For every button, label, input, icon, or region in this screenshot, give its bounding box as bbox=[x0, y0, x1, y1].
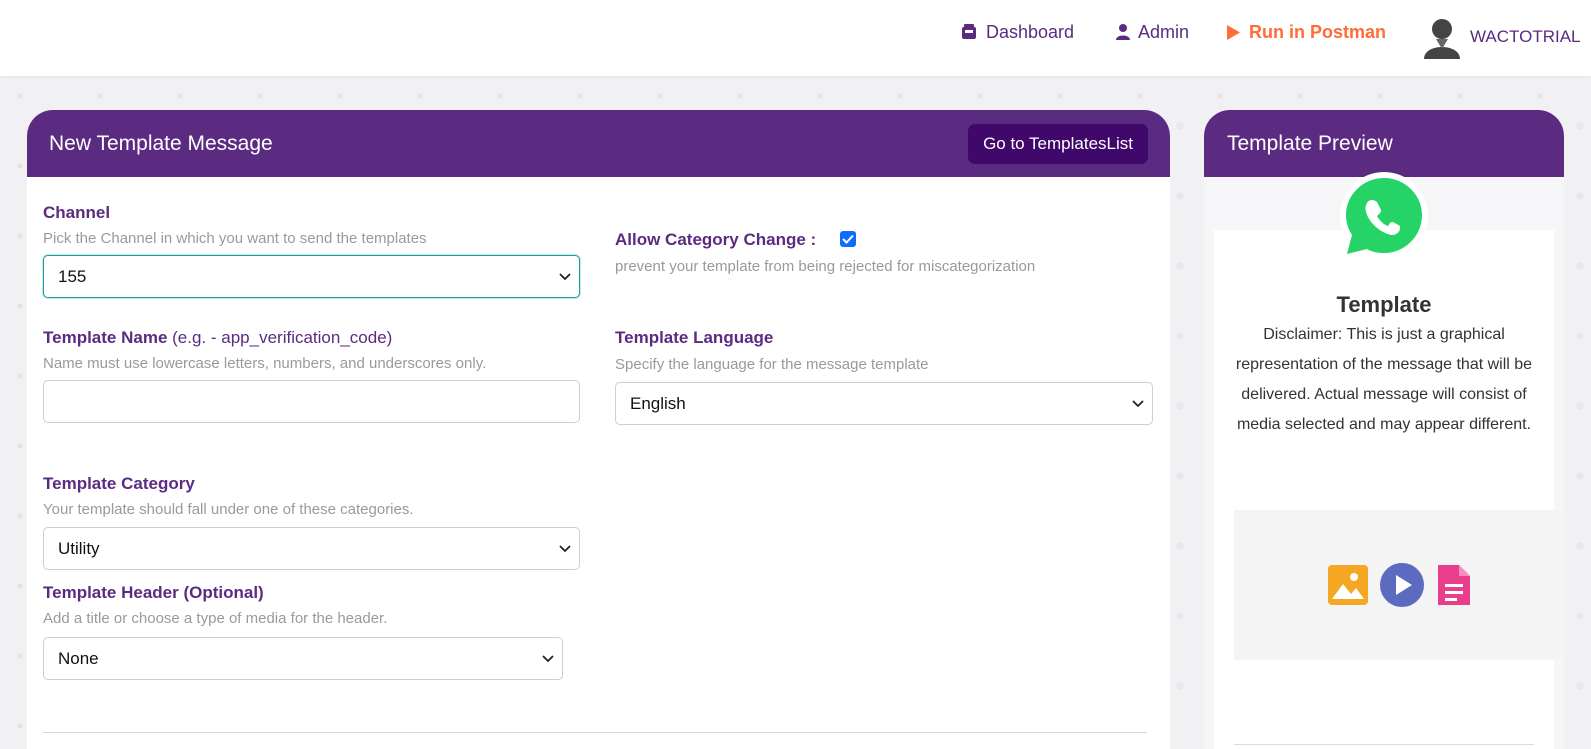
nav-admin-label: Admin bbox=[1138, 21, 1190, 42]
avatar bbox=[1424, 19, 1460, 59]
nav-admin-link[interactable]: Admin bbox=[1116, 20, 1189, 44]
template-name-label: Template Name (e.g. - app_verification_c… bbox=[43, 328, 392, 348]
chevron-down-icon bbox=[559, 272, 571, 280]
new-template-card: New Template Message Go to TemplatesList… bbox=[27, 110, 1170, 749]
section-divider bbox=[43, 732, 1147, 733]
nav-dashboard-label: Dashboard bbox=[986, 21, 1075, 42]
preview-divider bbox=[1234, 744, 1534, 745]
preview-heading: Template bbox=[1336, 292, 1432, 317]
checkmark-icon bbox=[842, 234, 854, 244]
template-header-label: Template Header (Optional) bbox=[43, 583, 264, 602]
template-language-help: Specify the language for the message tem… bbox=[615, 356, 929, 373]
template-category-value: Utility bbox=[58, 538, 100, 558]
play-icon bbox=[1227, 24, 1240, 40]
channel-select[interactable]: 155 bbox=[43, 255, 580, 298]
user-icon bbox=[1116, 24, 1130, 40]
media-placeholder bbox=[1234, 510, 1564, 660]
nav-user-name: WACTOTRIAL bbox=[1470, 27, 1581, 46]
template-name-input[interactable] bbox=[43, 380, 580, 423]
nav-user-menu[interactable]: WACTOTRIAL bbox=[1422, 14, 1581, 60]
top-navbar: Dashboard Admin Run in Postman WACTOTRIA… bbox=[0, 0, 1591, 76]
video-play-icon bbox=[1380, 563, 1424, 607]
template-name-label-text: Template Name bbox=[43, 328, 168, 347]
template-language-label: Template Language bbox=[615, 328, 774, 347]
go-to-templates-list-button[interactable]: Go to TemplatesList bbox=[968, 123, 1148, 164]
allow-category-change-label: Allow Category Change : bbox=[615, 230, 817, 249]
document-icon bbox=[1438, 565, 1470, 605]
nav-dashboard-link[interactable]: Dashboard bbox=[960, 20, 1074, 44]
whatsapp-logo-icon bbox=[1340, 172, 1428, 260]
template-header-value: None bbox=[58, 648, 99, 668]
channel-select-value: 155 bbox=[58, 266, 87, 286]
template-preview-card: Template Preview Template Disclaimer: Th… bbox=[1204, 110, 1564, 749]
template-name-help: Name must use lowercase letters, numbers… bbox=[43, 355, 487, 372]
nav-run-in-postman-link[interactable]: Run in Postman bbox=[1226, 20, 1386, 44]
allow-category-change-checkbox[interactable] bbox=[840, 231, 856, 247]
template-language-value: English bbox=[630, 393, 686, 413]
allow-category-change-help: prevent your template from being rejecte… bbox=[615, 258, 1036, 275]
image-icon bbox=[1328, 565, 1368, 605]
channel-help: Pick the Channel in which you want to se… bbox=[43, 230, 427, 247]
card-header: New Template Message Go to TemplatesList bbox=[27, 110, 1170, 177]
page-title: New Template Message bbox=[49, 131, 273, 155]
dashboard-icon bbox=[962, 24, 976, 39]
chevron-down-icon bbox=[559, 544, 571, 552]
template-category-label: Template Category bbox=[43, 474, 195, 493]
preview-header: Template Preview bbox=[1204, 110, 1564, 177]
preview-disclaimer: Disclaimer: This is just a graphical rep… bbox=[1235, 326, 1533, 433]
chevron-down-icon bbox=[1132, 399, 1144, 407]
template-header-help: Add a title or choose a type of media fo… bbox=[43, 610, 388, 627]
template-category-help: Your template should fall under one of t… bbox=[43, 501, 414, 518]
template-category-select[interactable]: Utility bbox=[43, 527, 580, 570]
template-name-example: (e.g. - app_verification_code) bbox=[172, 328, 393, 347]
channel-label: Channel bbox=[43, 203, 111, 222]
template-header-select[interactable]: None bbox=[43, 637, 563, 680]
nav-postman-label: Run in Postman bbox=[1249, 21, 1387, 42]
preview-title: Template Preview bbox=[1227, 131, 1393, 155]
template-language-select[interactable]: English bbox=[615, 382, 1153, 425]
chevron-down-icon bbox=[542, 654, 554, 662]
